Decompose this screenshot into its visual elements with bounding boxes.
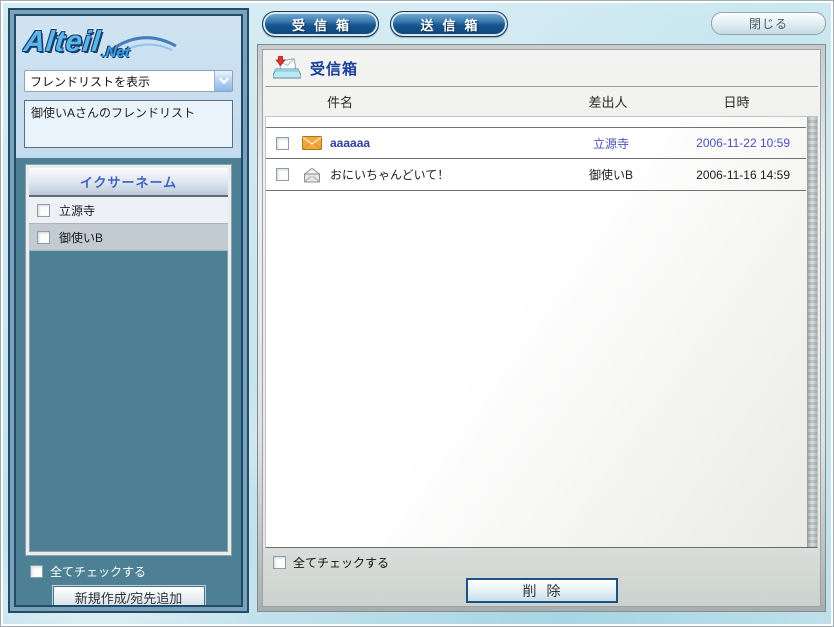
- tab-outbox-label: 送信箱: [420, 15, 486, 34]
- column-header-row: 件名 差出人 日時: [263, 87, 820, 116]
- new-message-button[interactable]: 新規作成/宛先追加: [53, 586, 205, 607]
- alteil-logo: Alteil.Net: [24, 22, 233, 68]
- message-row[interactable]: おにいちゃんどいて！ 御使いB 2006-11-16 14:59: [266, 159, 806, 191]
- column-sender: 差出人: [588, 92, 627, 111]
- mail-closed-icon: [302, 136, 322, 150]
- delete-button[interactable]: 削除: [466, 578, 618, 603]
- message-subject[interactable]: おにいちゃんどいて！: [330, 166, 536, 183]
- column-date: 日時: [723, 92, 749, 111]
- inbox-panel-inner: 受信箱 件名 差出人 日時 aaaaaa: [262, 49, 821, 607]
- message-row[interactable]: aaaaaa 立源寺 2006-11-22 10:59: [266, 127, 806, 159]
- message-sender: 立源寺: [593, 135, 629, 152]
- friend-checkbox[interactable]: [37, 204, 50, 217]
- friend-row[interactable]: 立源寺: [29, 197, 228, 224]
- friend-checkbox[interactable]: [37, 231, 50, 244]
- tab-inbox[interactable]: 受信箱: [262, 11, 379, 37]
- tab-outbox[interactable]: 送信箱: [390, 11, 508, 37]
- message-subject[interactable]: aaaaaa: [330, 136, 536, 150]
- sidebar-top-section: Alteil.Net フレンドリストを表示 御使いAさんのフレンドリスト: [16, 16, 241, 158]
- logo-suffix: .Net: [100, 44, 130, 61]
- tab-inbox-label: 受信箱: [292, 15, 358, 34]
- inbox-check-all: 全てチェックする: [273, 554, 810, 571]
- sidebar-check-all-label: 全てチェックする: [50, 563, 146, 580]
- close-button[interactable]: 閉じる: [711, 12, 826, 35]
- friend-table-header: イクサーネーム: [29, 168, 228, 197]
- sidebar-check-all-checkbox[interactable]: [30, 565, 43, 578]
- dropdown-selected-value: フレンドリストを表示: [25, 73, 214, 90]
- friend-sidebar-inner: Alteil.Net フレンドリストを表示 御使いAさんのフレンドリスト イクサ…: [14, 14, 243, 607]
- scrollbar-gutter[interactable]: [807, 117, 817, 547]
- friend-name: 御使いB: [59, 229, 103, 246]
- inbox-tray-icon: [273, 56, 301, 81]
- mail-open-icon: [302, 167, 322, 183]
- message-list: aaaaaa 立源寺 2006-11-22 10:59 おにいちゃんどいて！: [266, 117, 806, 191]
- friend-row[interactable]: 御使いB: [29, 224, 228, 251]
- delete-button-label: 削除: [523, 583, 571, 599]
- message-checkbox[interactable]: [276, 168, 289, 181]
- inbox-title: 受信箱: [310, 58, 358, 79]
- message-date: 2006-11-22 10:59: [696, 136, 790, 150]
- friend-list-dropdown[interactable]: フレンドリストを表示: [24, 70, 233, 92]
- inbox-panel: 受信箱 件名 差出人 日時 aaaaaa: [257, 44, 826, 612]
- message-list-area: aaaaaa 立源寺 2006-11-22 10:59 おにいちゃんどいて！: [265, 116, 818, 548]
- inbox-bottom-bar: 全てチェックする 削除: [263, 548, 820, 606]
- sidebar-list-section: イクサーネーム 立源寺 御使いB 全てチェックする 新規作成/宛先追加: [16, 158, 241, 607]
- close-button-label: 閉じる: [749, 15, 788, 32]
- sidebar-check-all: 全てチェックする: [26, 563, 231, 580]
- friend-name: 立源寺: [59, 202, 95, 219]
- message-date: 2006-11-16 14:59: [696, 168, 790, 182]
- inbox-check-all-label: 全てチェックする: [293, 554, 389, 571]
- friend-sidebar: Alteil.Net フレンドリストを表示 御使いAさんのフレンドリスト イクサ…: [8, 8, 249, 613]
- column-subject: 件名: [327, 92, 353, 111]
- friend-list-info-box: 御使いAさんのフレンドリスト: [24, 100, 233, 148]
- inbox-check-all-checkbox[interactable]: [273, 556, 286, 569]
- inbox-titlebar: 受信箱: [263, 50, 820, 86]
- message-sender: 御使いB: [589, 166, 633, 183]
- chevron-down-icon[interactable]: [214, 71, 232, 91]
- message-checkbox[interactable]: [276, 137, 289, 150]
- friend-table: イクサーネーム 立源寺 御使いB: [26, 165, 231, 555]
- logo-text: Alteil: [22, 26, 102, 59]
